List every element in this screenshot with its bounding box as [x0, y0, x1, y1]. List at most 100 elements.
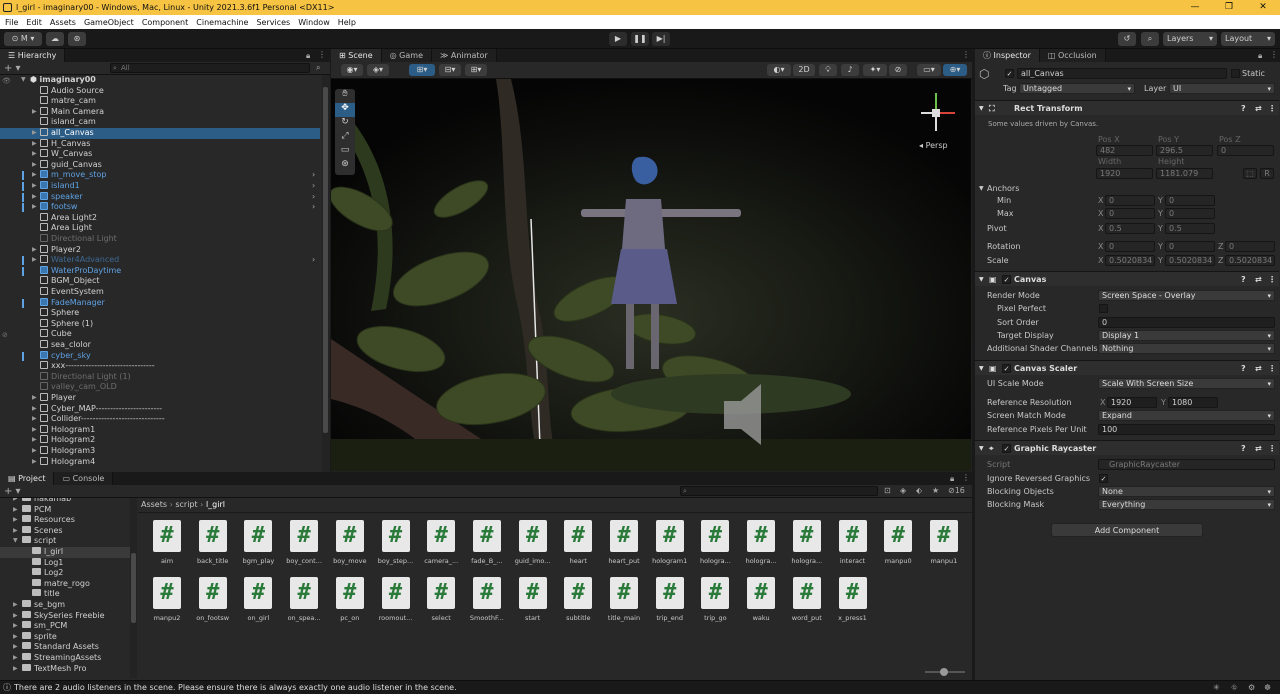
visibility-icon[interactable]: 👁︎: [2, 77, 11, 85]
script-asset[interactable]: # manpu1: [922, 520, 966, 565]
project-search-input[interactable]: ⌕: [680, 486, 878, 496]
menu-item-window[interactable]: Window: [298, 18, 330, 27]
hierarchy-item[interactable]: FadeManager: [0, 297, 320, 309]
hierarchy-item[interactable]: ▶ Hologram2: [0, 435, 320, 446]
hierarchy-item[interactable]: BGM_Object: [0, 276, 320, 287]
lock-icon[interactable]: 🔒︎: [306, 51, 310, 61]
script-asset[interactable]: # camera_...: [419, 520, 463, 565]
tag-icon[interactable]: ⬖: [916, 486, 922, 495]
script-asset[interactable]: # word_put: [785, 577, 829, 622]
expand-arrow-icon[interactable]: ▶: [13, 515, 18, 526]
script-asset[interactable]: # guid_imo...: [511, 520, 555, 565]
pivot-y-field[interactable]: 0.5: [1165, 223, 1215, 234]
hierarchy-item[interactable]: Area Light2: [0, 212, 320, 224]
expand-arrow-icon[interactable]: ▶: [13, 621, 18, 632]
expand-arrow-icon[interactable]: ▶: [32, 404, 37, 415]
script-asset[interactable]: # aim: [145, 520, 189, 565]
expand-arrow-icon[interactable]: ▶: [32, 128, 37, 139]
expand-arrow-icon[interactable]: ▶: [32, 107, 37, 118]
raycaster-enabled-checkbox[interactable]: ✓: [1002, 444, 1011, 453]
orientation-gizmo[interactable]: [913, 87, 963, 137]
preset-icon[interactable]: ⇄: [1255, 441, 1262, 456]
help-icon[interactable]: ?: [1241, 361, 1246, 376]
effects-icon[interactable]: ✦▾: [863, 64, 887, 76]
folder-item[interactable]: ▶ sm_PCM: [0, 621, 130, 632]
shading-mode-icon[interactable]: ◉▾: [341, 64, 363, 76]
breadcrumb-item[interactable]: Assets: [141, 500, 167, 509]
favorite-icon[interactable]: ★: [932, 486, 939, 495]
script-asset[interactable]: # manpu2: [145, 577, 189, 622]
pos-x-field[interactable]: 482: [1096, 145, 1153, 156]
script-asset[interactable]: # back_title: [191, 520, 235, 565]
hierarchy-item[interactable]: island_cam: [0, 117, 320, 128]
folder-item[interactable]: ▶ PCM: [0, 504, 130, 516]
folder-item[interactable]: matre_rogo: [0, 578, 130, 590]
maximize-icon[interactable]: ❐: [1212, 0, 1246, 15]
expand-arrow-icon[interactable]: ▶: [32, 255, 37, 266]
folder-item[interactable]: title: [0, 589, 130, 600]
folder-item[interactable]: ▶ Scenes: [0, 525, 130, 537]
settings-icon[interactable]: ☸: [1264, 681, 1271, 694]
rotate-tool-icon[interactable]: ↻: [335, 117, 355, 131]
zoom-slider[interactable]: [925, 668, 965, 676]
script-asset[interactable]: # SmoothF...: [465, 577, 509, 622]
help-icon[interactable]: ?: [1241, 272, 1246, 287]
snap-increment-icon[interactable]: ⊟▾: [439, 64, 461, 76]
folder-item[interactable]: Log2: [0, 568, 130, 579]
hierarchy-item[interactable]: Directional Light: [0, 234, 320, 245]
rotation-z-field[interactable]: 0: [1225, 241, 1275, 252]
hierarchy-scrollbar[interactable]: [322, 75, 330, 472]
expand-arrow-icon[interactable]: ▶: [13, 498, 18, 505]
tab-animator[interactable]: ≫ Animator: [432, 49, 497, 62]
progress-icon[interactable]: ⚙: [1248, 681, 1255, 694]
preset-icon[interactable]: ⇄: [1255, 272, 1262, 287]
preset-icon[interactable]: ⇄: [1255, 101, 1262, 116]
pos-z-field[interactable]: 0: [1217, 145, 1274, 156]
component-menu-icon[interactable]: ⋮: [1268, 272, 1276, 287]
hierarchy-item[interactable]: sea_clolor: [0, 340, 320, 351]
help-icon[interactable]: ?: [1241, 441, 1246, 456]
hierarchy-item[interactable]: xxx-------------------------------: [0, 361, 320, 372]
hand-tool-icon[interactable]: ✋︎: [335, 89, 355, 103]
hierarchy-item[interactable]: Sphere: [0, 308, 320, 319]
history-icon[interactable]: ↺: [1118, 32, 1136, 46]
expand-arrow-icon[interactable]: ▶: [32, 245, 37, 256]
search-icon[interactable]: ⌕: [316, 63, 320, 73]
panel-menu-icon[interactable]: ⋮: [318, 50, 326, 59]
script-asset[interactable]: # trip_end: [648, 577, 692, 622]
tab-console[interactable]: ▭ Console: [54, 472, 114, 485]
tab-hierarchy[interactable]: ☰ Hierarchy: [0, 49, 66, 62]
script-asset[interactable]: # on_spea...: [282, 577, 326, 622]
projection-label[interactable]: ◂ Persp: [919, 141, 948, 150]
render-mode-icon[interactable]: ◐▾: [767, 64, 791, 76]
folder-item[interactable]: ▼ script: [0, 536, 130, 547]
target-display-dropdown[interactable]: Display 1: [1098, 330, 1275, 341]
preset-icon[interactable]: ⇄: [1255, 361, 1262, 376]
folder-item[interactable]: ▶ se_bgm: [0, 600, 130, 611]
expand-arrow-icon[interactable]: ▶: [32, 414, 37, 425]
expand-arrow-icon[interactable]: ▶: [32, 181, 37, 192]
tab-project[interactable]: ▤ Project: [0, 472, 55, 485]
tab-inspector[interactable]: ⓘ Inspector: [975, 49, 1040, 62]
cloud-icon[interactable]: ☁: [46, 32, 64, 46]
help-icon[interactable]: ?: [1241, 101, 1246, 116]
script-asset[interactable]: # boy_cont...: [282, 520, 326, 565]
hidden-count-icon[interactable]: ⊘16: [948, 486, 965, 495]
pos-y-field[interactable]: 296.5: [1156, 145, 1213, 156]
script-asset[interactable]: # waku: [739, 577, 783, 622]
camera-icon[interactable]: ▭▾: [917, 64, 941, 76]
account-dropdown[interactable]: ⊙ M ▾: [4, 32, 42, 46]
expand-arrow-icon[interactable]: ▶: [32, 192, 37, 203]
object-name-field[interactable]: all_Canvas: [1017, 68, 1227, 79]
folder-item[interactable]: ▶ Standard Assets: [0, 642, 130, 653]
expand-arrow-icon[interactable]: ▶: [32, 170, 37, 181]
pixels-per-unit-field[interactable]: 100: [1098, 424, 1275, 435]
layout-dropdown[interactable]: Layout ▾: [1221, 32, 1275, 46]
menu-item-edit[interactable]: Edit: [26, 18, 42, 27]
expand-arrow-icon[interactable]: ▶: [13, 600, 18, 611]
gizmos-icon[interactable]: ⊕▾: [943, 64, 967, 76]
ui-scale-mode-dropdown[interactable]: Scale With Screen Size: [1098, 378, 1275, 389]
script-asset[interactable]: # heart_put: [602, 520, 646, 565]
expand-arrow-icon[interactable]: ▶: [32, 446, 37, 457]
script-asset[interactable]: # hologra...: [739, 520, 783, 565]
